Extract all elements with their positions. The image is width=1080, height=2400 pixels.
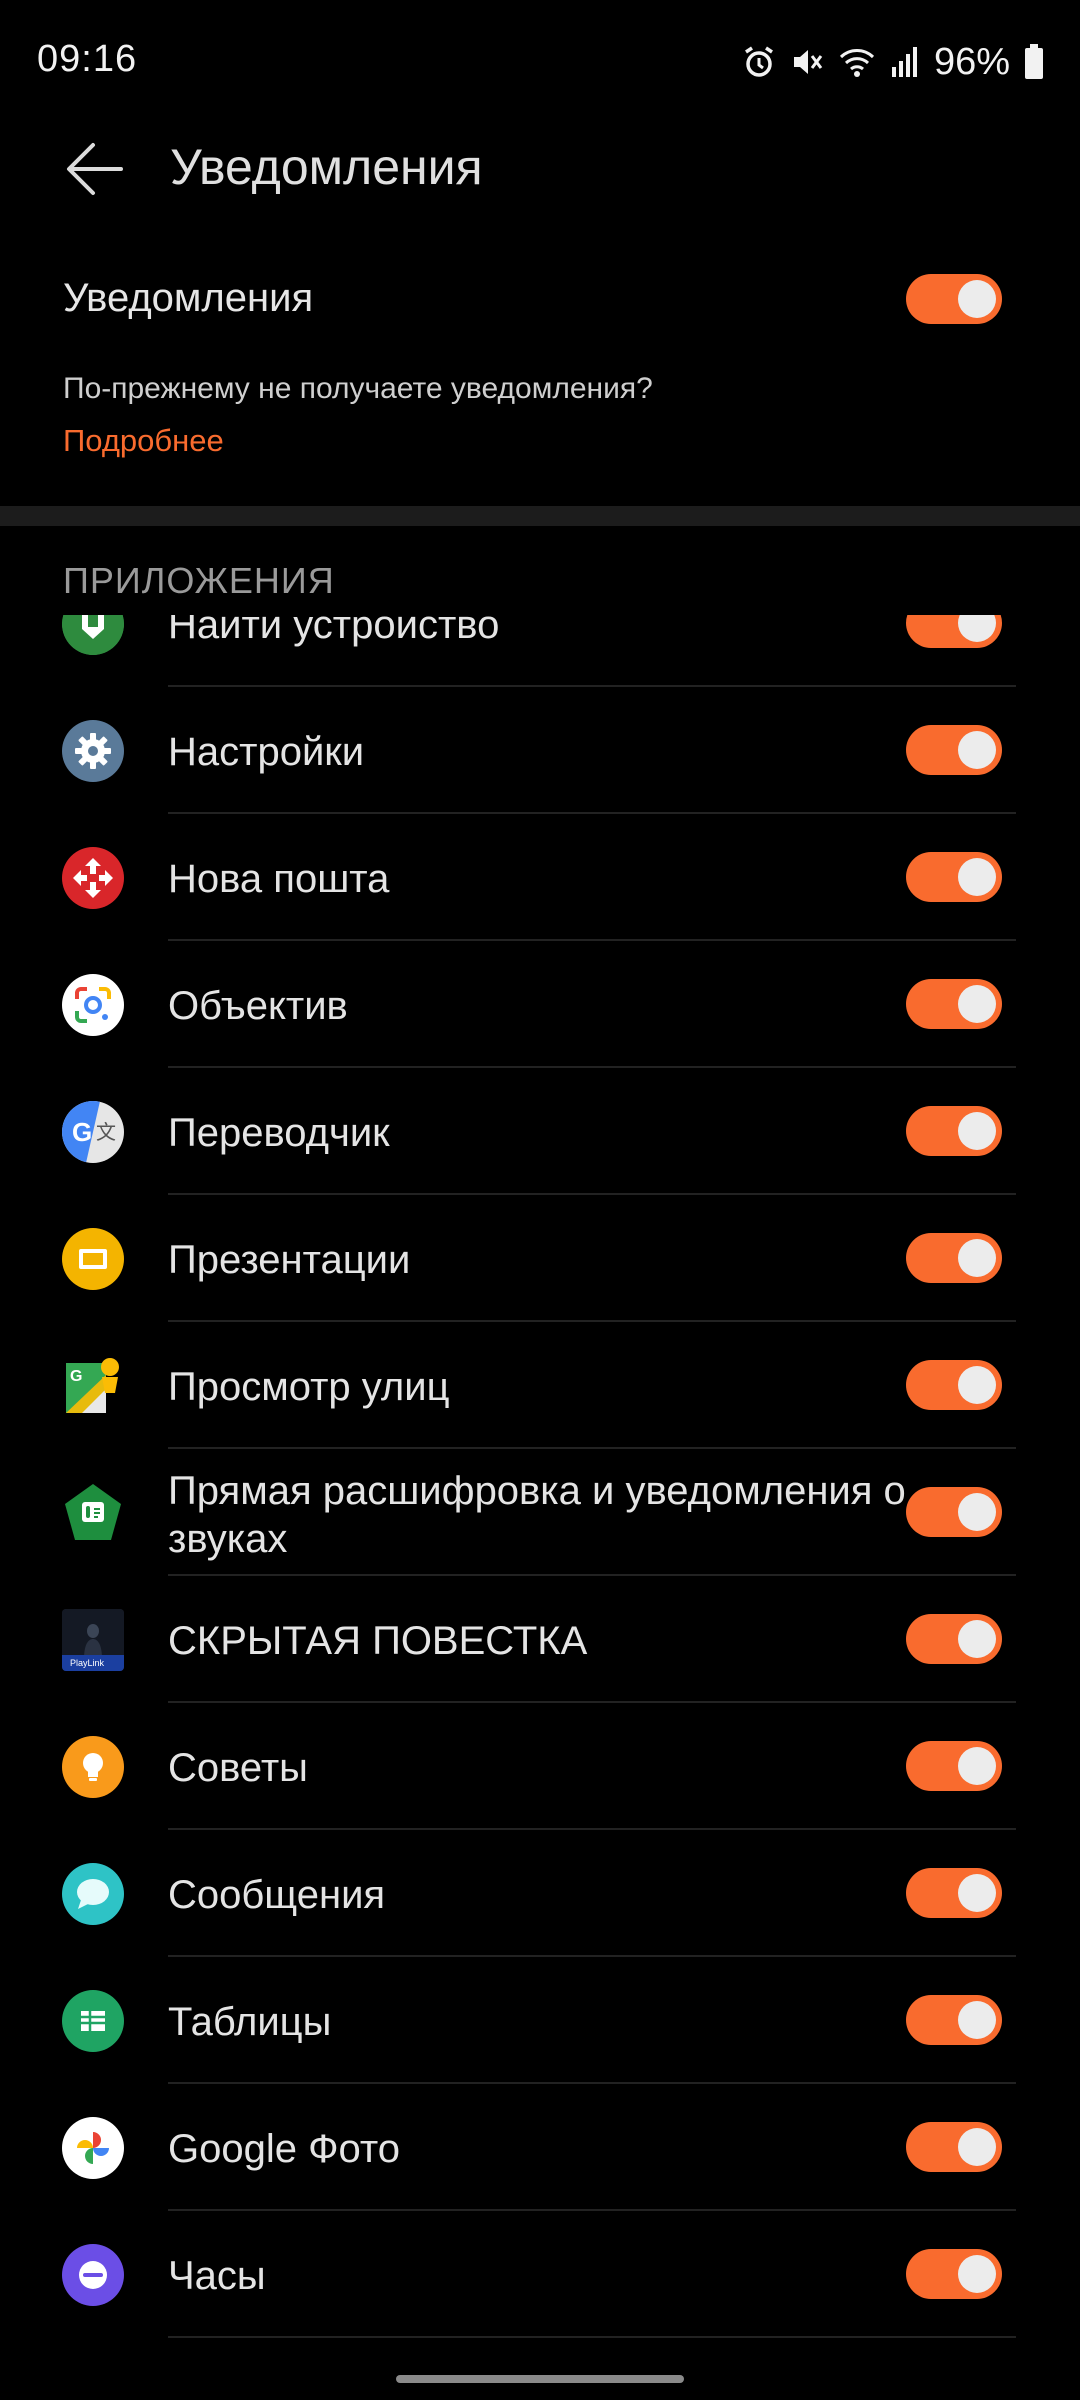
battery-icon: [1024, 44, 1044, 80]
live-transcribe-icon: [62, 1482, 124, 1544]
app-toggle-lens[interactable]: [906, 979, 1002, 1029]
svg-text:文: 文: [96, 1120, 116, 1144]
toggle-knob: [958, 2001, 996, 2039]
notifications-screen: 09:16 96% Уведомления Уведомления По-пре…: [0, 0, 1080, 2400]
slides-icon: [62, 1228, 124, 1290]
list-item[interactable]: Нова пошта: [0, 814, 1080, 941]
google-photos-icon: [62, 2117, 124, 2179]
list-item[interactable]: G Просмотр улиц: [0, 1322, 1080, 1449]
lens-icon: [62, 974, 124, 1036]
toggle-knob: [958, 1747, 996, 1785]
section-divider: [0, 506, 1080, 526]
app-toggle-clock[interactable]: [906, 2249, 1002, 2299]
toggle-knob: [958, 1620, 996, 1658]
street-view-icon: G: [62, 1355, 124, 1417]
tips-bulb-icon: [62, 1736, 124, 1798]
svg-text:G: G: [72, 1117, 92, 1147]
master-notifications-row[interactable]: Уведомления: [0, 240, 1080, 360]
app-name: Часы: [168, 2254, 266, 2298]
settings-gear-icon: [62, 720, 124, 782]
toggle-knob: [958, 1112, 996, 1150]
app-name: Найти устройство: [168, 615, 500, 647]
app-toggle-find-device[interactable]: [906, 615, 1002, 648]
app-toggle-street-view[interactable]: [906, 1360, 1002, 1410]
toggle-knob: [958, 1493, 996, 1531]
hint-text: По-прежнему не получаете уведомления?: [63, 372, 653, 405]
app-toggle-sheets[interactable]: [906, 1995, 1002, 2045]
app-name: Просмотр улиц: [168, 1365, 450, 1409]
list-item[interactable]: Найти устройство: [0, 615, 1080, 687]
svg-text:PlayLink: PlayLink: [70, 1658, 105, 1668]
app-toggle-messages[interactable]: [906, 1868, 1002, 1918]
list-item[interactable]: Сообщения: [0, 1830, 1080, 1957]
app-list[interactable]: Найти устройство Настройки Нова пошта Об…: [0, 615, 1080, 2385]
app-name: Сообщения: [168, 1873, 386, 1917]
toggle-knob: [958, 731, 996, 769]
nova-poshta-icon: [62, 847, 124, 909]
toggle-knob: [958, 2255, 996, 2293]
app-toggle-hidden-agenda[interactable]: [906, 1614, 1002, 1664]
app-name: Прямая расшифровка и уведомления о звука…: [168, 1469, 906, 1561]
list-item[interactable]: G文 Переводчик: [0, 1068, 1080, 1195]
back-arrow-icon: [67, 143, 123, 195]
app-name: Презентации: [168, 1238, 411, 1282]
apps-section-header: ПРИЛОЖЕНИЯ: [63, 560, 335, 601]
toggle-knob: [958, 1874, 996, 1912]
svg-text:G: G: [70, 1368, 82, 1385]
toggle-knob: [958, 1366, 996, 1404]
hidden-agenda-icon: PlayLink: [62, 1609, 124, 1671]
wifi-icon: [838, 45, 876, 79]
find-device-icon: [62, 615, 124, 655]
status-icons: 96%: [742, 38, 1044, 86]
app-toggle-tips[interactable]: [906, 1741, 1002, 1791]
list-item[interactable]: Google Фото: [0, 2084, 1080, 2211]
app-toggle-slides[interactable]: [906, 1233, 1002, 1283]
clock-icon: [62, 2244, 124, 2306]
learn-more-link[interactable]: Подробнее: [63, 423, 224, 459]
status-bar: 09:16 96%: [0, 0, 1080, 124]
home-indicator[interactable]: [396, 2375, 684, 2383]
app-name: Настройки: [168, 730, 365, 774]
sheets-icon: [62, 1990, 124, 2052]
app-toggle-translate[interactable]: [906, 1106, 1002, 1156]
status-time: 09:16: [37, 38, 138, 80]
toggle-knob: [958, 1239, 996, 1277]
list-item[interactable]: Презентации: [0, 1195, 1080, 1322]
app-toggle-settings[interactable]: [906, 725, 1002, 775]
alarm-icon: [742, 45, 776, 79]
translate-icon: G文: [62, 1101, 124, 1163]
battery-percent: 96%: [933, 40, 1010, 83]
app-name: Советы: [168, 1746, 308, 1790]
list-item[interactable]: Прямая расшифровка и уведомления о звука…: [0, 1449, 1080, 1576]
list-item[interactable]: Таблицы: [0, 1957, 1080, 2084]
list-item[interactable]: Советы: [0, 1703, 1080, 1830]
list-item[interactable]: Настройки: [0, 687, 1080, 814]
signal-icon: [890, 45, 920, 79]
app-name: Объектив: [168, 984, 348, 1028]
toggle-knob: [958, 858, 996, 896]
messages-icon: [62, 1863, 124, 1925]
list-item[interactable]: Часы: [0, 2211, 1080, 2338]
list-item[interactable]: Объектив: [0, 941, 1080, 1068]
app-name: Переводчик: [168, 1111, 390, 1155]
master-notifications-toggle[interactable]: [906, 274, 1002, 324]
back-button[interactable]: [50, 124, 140, 214]
toggle-knob: [958, 2128, 996, 2166]
list-item[interactable]: PlayLink СКРЫТАЯ ПОВЕСТКА: [0, 1576, 1080, 1703]
toggle-knob: [958, 615, 996, 642]
toggle-knob: [958, 280, 996, 318]
app-name: Нова пошта: [168, 857, 390, 901]
app-toggle-google-photos[interactable]: [906, 2122, 1002, 2172]
page-title: Уведомления: [170, 139, 483, 195]
app-toggle-live-transcribe[interactable]: [906, 1487, 1002, 1537]
row-divider: [168, 2336, 1016, 2338]
app-name: СКРЫТАЯ ПОВЕСТКА: [168, 1619, 588, 1663]
mute-icon: [790, 45, 824, 79]
app-name: Google Фото: [168, 2127, 400, 2171]
master-notifications-label: Уведомления: [63, 276, 314, 320]
app-name: Таблицы: [168, 2000, 332, 2044]
app-toggle-nova-poshta[interactable]: [906, 852, 1002, 902]
toggle-knob: [958, 985, 996, 1023]
